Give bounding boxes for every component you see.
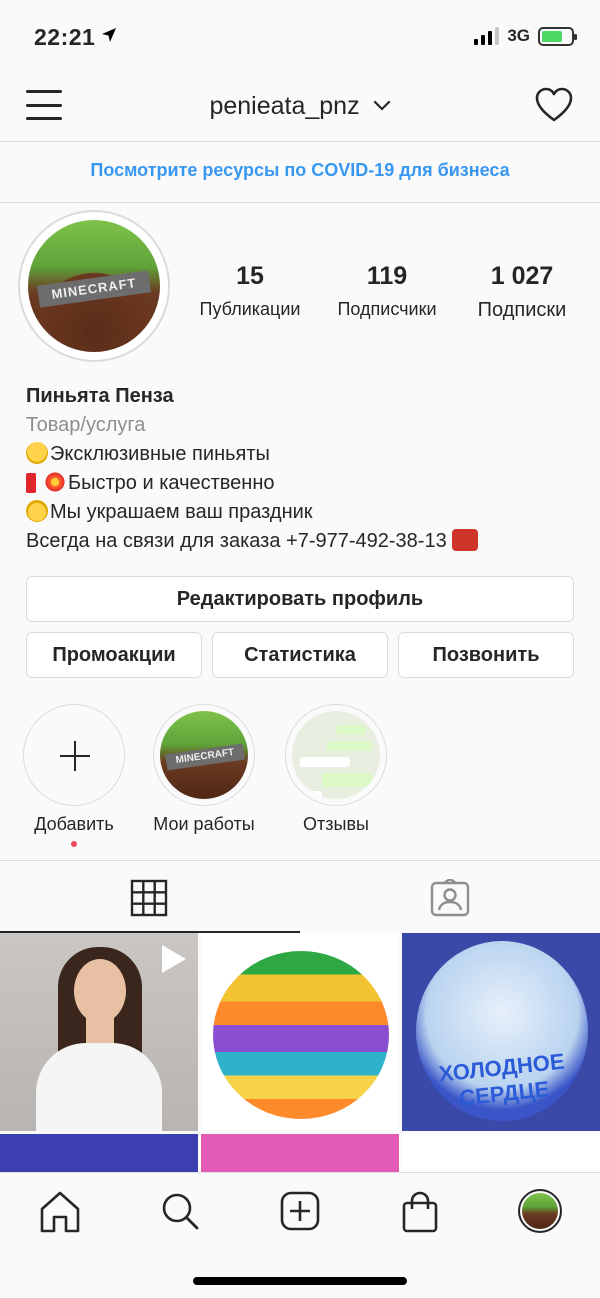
shop-icon[interactable] — [390, 1187, 450, 1237]
stat-followers-value: 119 — [366, 262, 408, 290]
telephone-emoji-icon — [452, 529, 479, 551]
status-bar: 22:21 3G — [0, 0, 600, 72]
highlight-my-works[interactable]: MINECRAFT Мои работы — [152, 704, 256, 835]
profile-avatar[interactable]: MINECRAFT — [18, 210, 170, 362]
bio-line-4: Всегда на связи для заказа +7-977-492-38… — [26, 527, 586, 556]
bottom-navigation — [0, 1172, 600, 1298]
highlight-thumbnail: MINECRAFT — [160, 711, 248, 799]
network-type: 3G — [507, 26, 530, 45]
bio-line-1: Эксклюзивные пиньяты — [26, 440, 586, 469]
stat-followers-label: Подписчики — [337, 299, 437, 319]
profile-name: Пиньята Пенза — [26, 385, 174, 407]
profile-header: penieata_pnz — [0, 72, 600, 142]
heart-icon[interactable] — [534, 86, 574, 126]
stat-followers[interactable]: 119 Подписчики — [327, 262, 447, 322]
stat-posts-label: Публикации — [199, 299, 301, 319]
highlight-reviews[interactable]: Отзывы — [284, 704, 388, 835]
home-indicator — [193, 1277, 407, 1285]
play-icon — [162, 945, 186, 973]
stat-following[interactable]: 1 027 Подписки — [464, 262, 580, 322]
home-icon[interactable] — [30, 1187, 90, 1237]
plus-icon — [60, 741, 90, 771]
avatar-image: MINECRAFT — [28, 220, 160, 352]
post-thumbnail[interactable]: ХОЛОДНОЕ СЕРДЦЕ — [402, 933, 600, 1131]
highlight-label: Мои работы — [153, 814, 255, 834]
promotions-button[interactable]: Промоакции — [26, 632, 202, 678]
stat-posts[interactable]: 15 Публикации — [190, 262, 310, 322]
highlight-thumbnail — [292, 711, 380, 799]
call-button[interactable]: Позвонить — [398, 632, 574, 678]
post-video-thumbnail[interactable] — [0, 933, 198, 1131]
chevron-down-icon — [373, 90, 391, 119]
stat-following-value: 1 027 — [490, 262, 554, 290]
profile-bio: Пиньята Пенза Товар/услуга Эксклюзивные … — [26, 382, 586, 556]
grid-icon — [130, 879, 168, 917]
stat-posts-value: 15 — [236, 262, 264, 290]
profile-tabs — [0, 860, 600, 933]
highlight-label: Отзывы — [303, 814, 369, 834]
tab-tagged[interactable] — [300, 861, 600, 933]
stat-following-label: Подписки — [477, 299, 567, 321]
avatar-logo-text: MINECRAFT — [37, 270, 151, 308]
status-time: 22:21 — [34, 24, 96, 50]
star-struck-emoji-icon — [26, 442, 48, 464]
tab-grid[interactable] — [0, 861, 300, 933]
search-icon[interactable] — [150, 1187, 210, 1237]
highlight-add[interactable]: Добавить — [22, 704, 126, 847]
battery-icon — [538, 26, 577, 46]
covid-resources-link[interactable]: Посмотрите ресурсы по COVID-19 для бизне… — [0, 143, 600, 203]
insights-button[interactable]: Статистика — [212, 632, 388, 678]
account-switcher[interactable]: penieata_pnz — [0, 92, 600, 121]
collision-emoji-icon — [44, 471, 66, 493]
party-face-emoji-icon — [26, 500, 48, 522]
profile-tab-avatar[interactable] — [510, 1187, 570, 1237]
profile-category: Товар/услуга — [26, 414, 146, 436]
tagged-icon — [430, 879, 470, 917]
post-thumbnail[interactable] — [201, 933, 399, 1131]
edit-profile-button[interactable]: Редактировать профиль — [26, 576, 574, 622]
bio-line-2: Быстро и качественно — [26, 469, 586, 498]
add-post-icon[interactable] — [270, 1187, 330, 1237]
profile-stats: 15 Публикации 119 Подписчики 1 027 Подпи… — [190, 262, 580, 322]
highlight-label: Добавить — [34, 814, 114, 834]
new-indicator-dot — [71, 841, 77, 847]
location-arrow-icon — [100, 26, 118, 49]
status-indicators: 3G — [474, 26, 577, 46]
username: penieata_pnz — [209, 92, 360, 120]
signal-icon — [474, 27, 500, 45]
bio-line-3: Мы украшаем ваш праздник — [26, 498, 586, 527]
exclamation-emoji-icon — [26, 473, 36, 493]
